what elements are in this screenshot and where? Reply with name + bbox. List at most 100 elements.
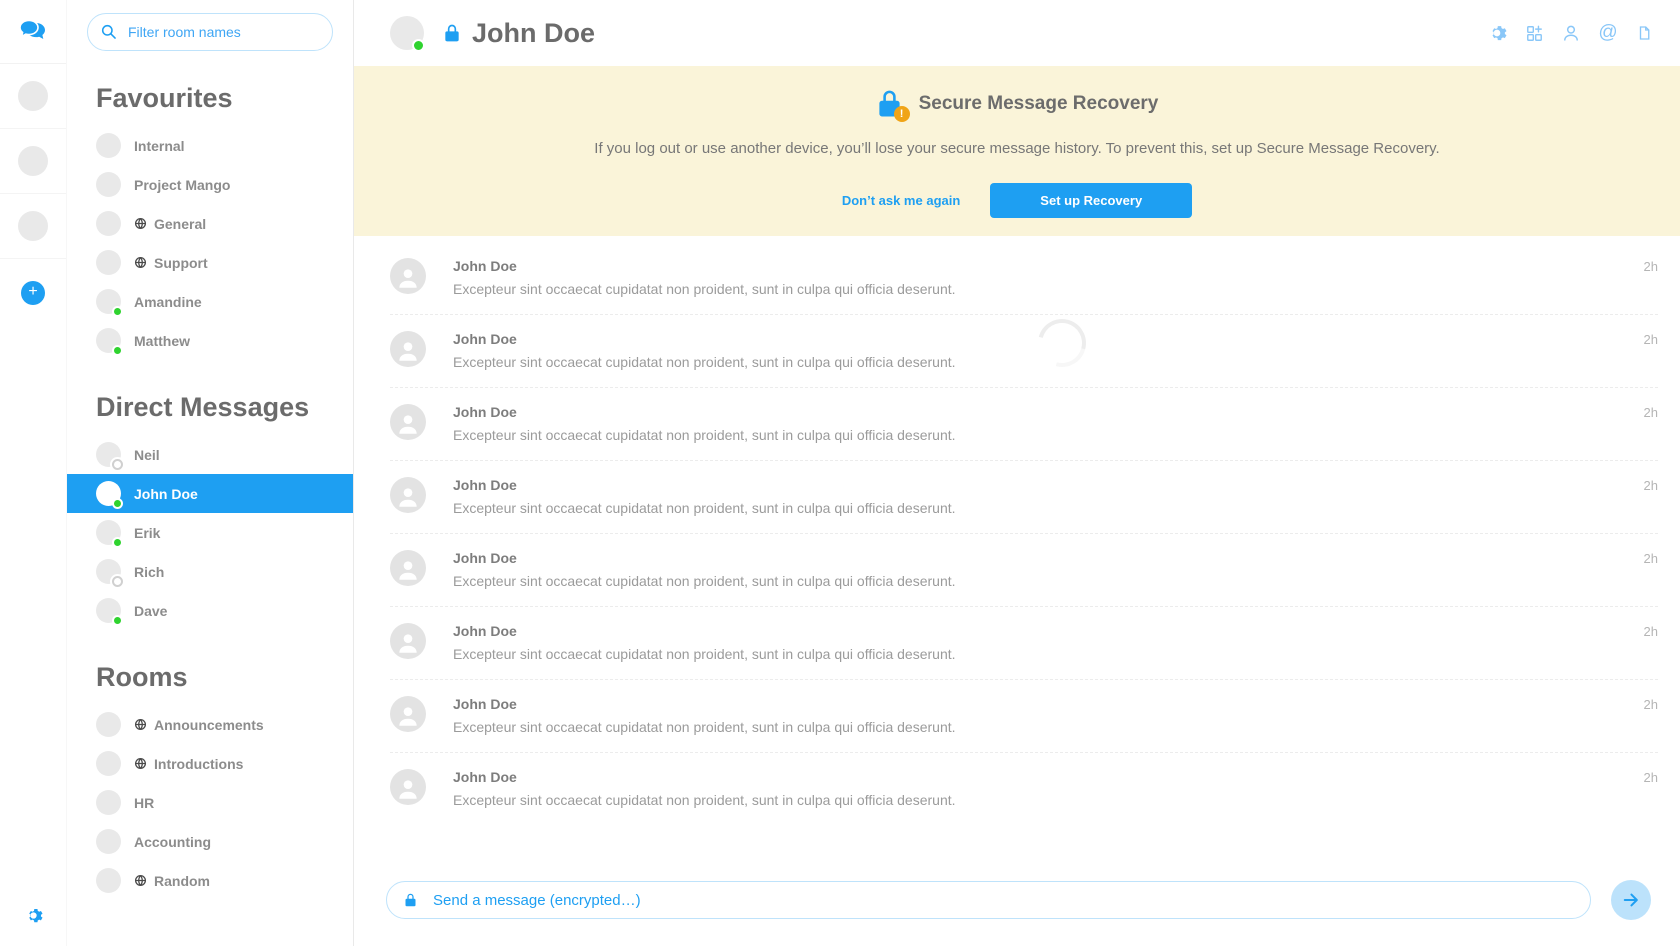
room-avatar — [96, 790, 121, 815]
room-avatar — [96, 481, 121, 506]
message-row[interactable]: John Doe Excepteur sint occaecat cupidat… — [390, 461, 1658, 534]
mention-icon[interactable]: @ — [1595, 20, 1621, 46]
room-label: Announcements — [154, 717, 264, 733]
message-text: Excepteur sint occaecat cupidatat non pr… — [453, 281, 956, 297]
room-label: Project Mango — [134, 177, 230, 193]
banner-actions: Don’t ask me again Set up Recovery — [842, 183, 1192, 218]
message-row[interactable]: John Doe Excepteur sint occaecat cupidat… — [390, 315, 1658, 388]
room-list-item[interactable]: Neil — [67, 435, 353, 474]
message-avatar — [390, 477, 426, 513]
app: + Favourites — [0, 0, 1680, 946]
dismiss-link[interactable]: Don’t ask me again — [842, 193, 960, 208]
composer — [354, 880, 1680, 946]
files-icon[interactable] — [1632, 20, 1658, 46]
room-list-item[interactable]: Support — [67, 243, 353, 282]
message-avatar — [390, 696, 426, 732]
message-row[interactable]: John Doe Excepteur sint occaecat cupidat… — [390, 607, 1658, 680]
rail-avatar-slot[interactable] — [0, 194, 66, 259]
message-sender: John Doe — [453, 258, 956, 274]
person-icon — [395, 630, 421, 656]
message-row[interactable]: John Doe Excepteur sint occaecat cupidat… — [390, 388, 1658, 461]
room-label: HR — [134, 795, 154, 811]
logo-slot — [0, 0, 66, 64]
lock-warning-icon: ! — [876, 88, 903, 119]
room-list-item[interactable]: Amandine — [67, 282, 353, 321]
room-list-item[interactable]: Dave — [67, 591, 353, 630]
message-sender: John Doe — [453, 331, 956, 347]
community-avatar[interactable] — [18, 146, 48, 176]
message-row[interactable]: John Doe Excepteur sint occaecat cupidat… — [390, 753, 1658, 825]
presence-dot — [112, 306, 123, 317]
community-avatar[interactable] — [18, 81, 48, 111]
room-avatar — [96, 133, 121, 158]
room-list-item[interactable]: Matthew — [67, 321, 353, 360]
setup-recovery-button[interactable]: Set up Recovery — [990, 183, 1192, 218]
room-list-item[interactable]: HR — [67, 783, 353, 822]
room-label: Rich — [134, 564, 164, 580]
room-list-item[interactable]: John Doe — [67, 474, 353, 513]
room-list-item[interactable]: Project Mango — [67, 165, 353, 204]
person-icon — [395, 557, 421, 583]
section-title-favourites: Favourites — [96, 83, 353, 114]
message-timestamp: 2h — [1644, 623, 1658, 639]
room-list-item[interactable]: Erik — [67, 513, 353, 552]
globe-icon — [134, 718, 147, 731]
person-icon — [395, 411, 421, 437]
rail-avatar-slot[interactable] — [0, 64, 66, 129]
sidebar: Favourites Internal Project Mango — [67, 0, 354, 946]
message-body: John Doe Excepteur sint occaecat cupidat… — [453, 696, 956, 735]
filter-room-input[interactable] — [87, 13, 333, 51]
person-icon — [395, 776, 421, 802]
member-icon[interactable] — [1558, 20, 1584, 46]
message-text: Excepteur sint occaecat cupidatat non pr… — [453, 719, 956, 735]
room-list-item[interactable]: General — [67, 204, 353, 243]
header-actions: @ — [1484, 20, 1658, 46]
room-filter — [87, 13, 333, 51]
room-avatar — [96, 289, 121, 314]
new-chat-plus-icon[interactable]: + — [21, 281, 45, 305]
room-list-item[interactable]: Rich — [67, 552, 353, 591]
presence-dot — [112, 498, 123, 509]
chat-bubbles-icon — [18, 19, 48, 45]
room-label: Internal — [134, 138, 185, 154]
room-label: John Doe — [134, 486, 198, 502]
room-list-item[interactable]: Accounting — [67, 822, 353, 861]
rail-avatar-slot[interactable] — [0, 129, 66, 194]
message-row[interactable]: John Doe Excepteur sint occaecat cupidat… — [390, 680, 1658, 753]
message-avatar — [390, 258, 426, 294]
message-avatar — [390, 623, 426, 659]
send-button[interactable] — [1611, 880, 1651, 920]
settings-icon[interactable] — [1484, 20, 1510, 46]
room-list-item[interactable]: Introductions — [67, 744, 353, 783]
message-sender: John Doe — [453, 623, 956, 639]
room-label: Neil — [134, 447, 160, 463]
message-timestamp: 2h — [1644, 258, 1658, 274]
community-avatar[interactable] — [18, 211, 48, 241]
message-timestamp: 2h — [1644, 769, 1658, 785]
warning-badge: ! — [894, 106, 910, 122]
composer-pill — [386, 881, 1591, 919]
globe-icon — [134, 874, 147, 887]
message-row[interactable]: John Doe Excepteur sint occaecat cupidat… — [390, 534, 1658, 607]
room-list-item[interactable]: Announcements — [67, 705, 353, 744]
globe-icon — [134, 217, 147, 230]
room-avatar — [96, 598, 121, 623]
message-input[interactable] — [386, 881, 1591, 919]
message-list[interactable]: John Doe Excepteur sint occaecat cupidat… — [354, 236, 1680, 880]
settings-gear-icon[interactable] — [24, 906, 43, 930]
room-avatar — [96, 172, 121, 197]
room-label: Erik — [134, 525, 160, 541]
person-icon — [395, 484, 421, 510]
room-list-item[interactable]: Internal — [67, 126, 353, 165]
presence-dot — [112, 576, 123, 587]
message-avatar — [390, 769, 426, 805]
room-label: Support — [154, 255, 208, 271]
message-text: Excepteur sint occaecat cupidatat non pr… — [453, 573, 956, 589]
message-row[interactable]: John Doe Excepteur sint occaecat cupidat… — [390, 242, 1658, 315]
room-list-item[interactable]: Random — [67, 861, 353, 900]
add-apps-icon[interactable] — [1521, 20, 1547, 46]
search-icon — [100, 23, 117, 45]
banner-description: If you log out or use another device, yo… — [594, 140, 1439, 157]
presence-dot — [112, 615, 123, 626]
globe-icon — [134, 757, 147, 770]
